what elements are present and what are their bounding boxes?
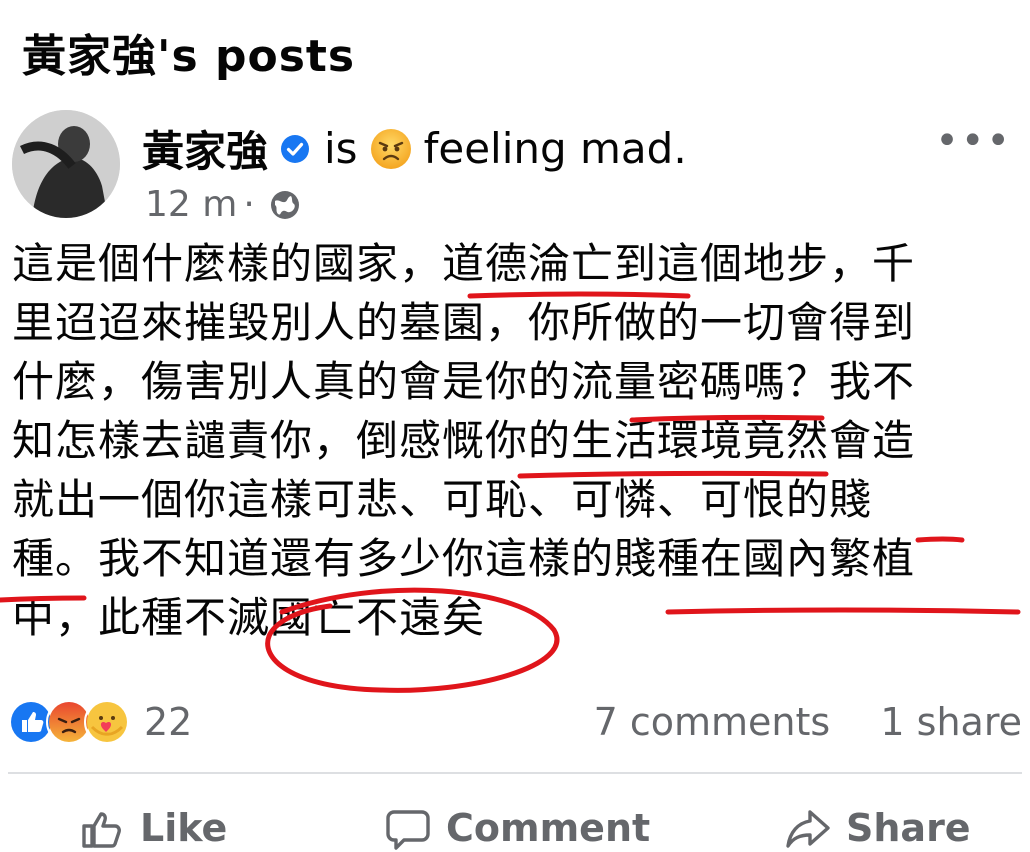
- post-line: 中，此種不滅國亡不遠矣: [12, 593, 486, 642]
- reaction-count: 22: [144, 700, 193, 744]
- engagement-stats: 7 comments 1 share: [594, 700, 1022, 744]
- post-line: 這是個什麼樣的國家，道德淪亡到這個地步，千: [12, 239, 916, 288]
- post-line: 什麼，傷害別人真的會是你的流量密碼嗎？我不: [12, 357, 916, 406]
- care-reaction-icon: [84, 699, 130, 745]
- like-button[interactable]: Like: [78, 804, 227, 852]
- feeling-text: feeling mad.: [423, 124, 687, 173]
- post-body: 這是個什麼樣的國家，道德淪亡到這個地步，千 里迢迢來摧毀別人的墓園，你所做的一切…: [12, 234, 1022, 647]
- globe-icon: [270, 190, 299, 219]
- post-line: 里迢迢來摧毀別人的墓園，你所做的一切會得到: [12, 298, 916, 347]
- comment-count-link[interactable]: 7 comments: [594, 700, 831, 744]
- reaction-summary[interactable]: 22: [8, 698, 192, 746]
- share-button[interactable]: Share: [784, 804, 971, 852]
- post-timestamp[interactable]: 12 m: [145, 184, 237, 225]
- post-meta: 12 m ·: [145, 184, 301, 225]
- page-title: 黃家強's posts: [22, 31, 356, 82]
- feeling-prefix: is: [324, 124, 358, 173]
- avatar-photo: [12, 110, 120, 218]
- author-name[interactable]: 黃家強: [142, 118, 268, 179]
- share-arrow-icon: [786, 810, 830, 848]
- verified-badge-icon: [281, 134, 310, 163]
- post-header: 黃家強 is feeling mad.: [142, 118, 687, 179]
- thumbs-up-icon: [82, 812, 121, 848]
- more-options-button[interactable]: •••: [935, 118, 1012, 164]
- post-line: 種。我不知道還有多少你這樣的賤種在國內繁植: [12, 534, 916, 583]
- post-line: 知怎樣去譴責你，倒感慨你的生活環境竟然會造: [12, 416, 916, 465]
- post-line: 就出一個你這樣可悲、可恥、可憐、可恨的賤: [12, 475, 873, 524]
- comment-label: Comment: [446, 806, 651, 850]
- comment-button[interactable]: Comment: [384, 804, 650, 852]
- avatar[interactable]: [12, 110, 120, 218]
- share-count-link[interactable]: 1 share: [880, 700, 1022, 744]
- share-label: Share: [846, 806, 971, 850]
- angry-face-icon: [370, 128, 411, 169]
- divider: [8, 772, 1022, 774]
- comment-icon: [386, 810, 430, 850]
- like-label: Like: [140, 806, 228, 850]
- meta-separator: ·: [243, 184, 255, 225]
